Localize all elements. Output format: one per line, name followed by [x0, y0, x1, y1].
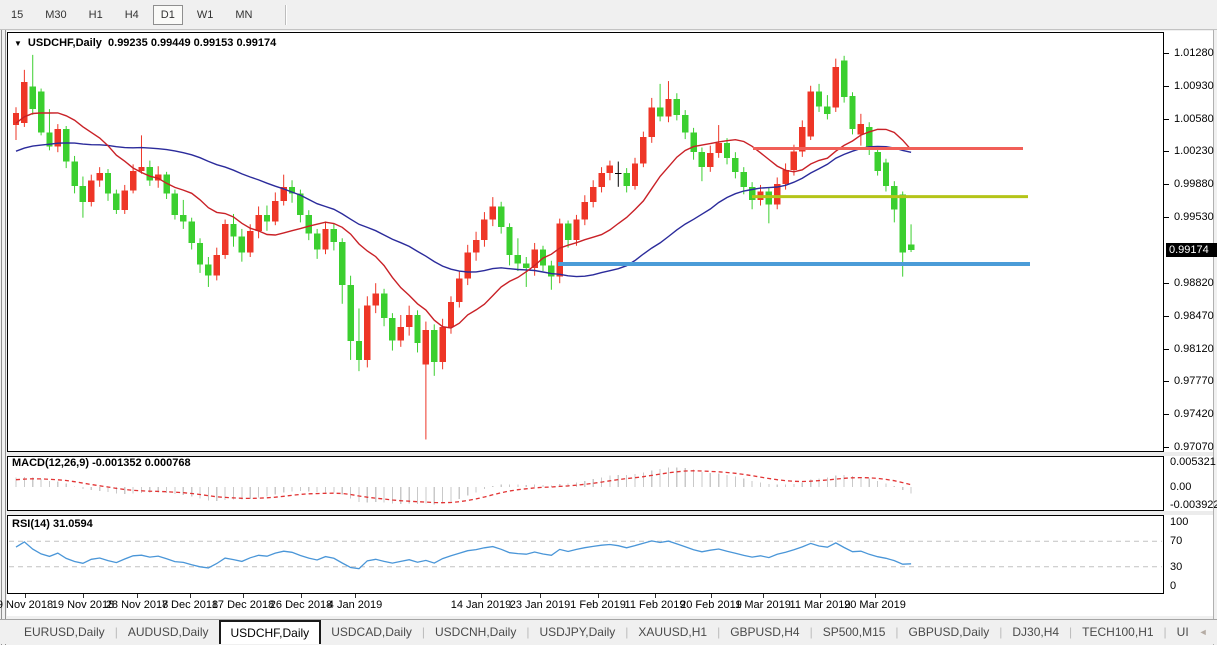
price-axis-tick [1164, 283, 1169, 284]
price-axis-tick [1164, 414, 1169, 415]
time-axis-tick [875, 594, 876, 598]
timeframe-button-d1[interactable]: D1 [153, 5, 183, 25]
price-axis-label: 1.01280 [1174, 47, 1214, 59]
trading-app-window: 15 M30 H1 H4 D1 W1MN ▼ USDCHF,Daily 0.99235 0.… [0, 0, 1217, 645]
timeframe-toolbar: 15 M30 H1 H4 D1 W1MN [0, 0, 1217, 30]
tab-usdcad-daily[interactable]: USDCAD,Daily [321, 620, 422, 644]
rsi-axis-label: 0 [1170, 580, 1176, 592]
tab-tech100-h1[interactable]: TECH100,H1 [1072, 620, 1163, 644]
price-axis-tick [1164, 151, 1169, 152]
time-axis-tick [763, 594, 764, 598]
time-axis-label: 28 Nov 2018 [106, 599, 168, 611]
timeframe-button-h1[interactable]: H1 [81, 5, 111, 25]
time-axis-label: 11 Mar 2019 [790, 599, 851, 611]
time-axis-label: 20 Feb 2019 [680, 599, 742, 611]
window-left-border-inner [5, 30, 6, 645]
price-axis-tick [1164, 217, 1169, 218]
tab-sp500-m15[interactable]: SP500,M15 [813, 620, 896, 644]
price-axis-label: 1.00230 [1174, 145, 1214, 157]
time-axis-tick [355, 594, 356, 598]
timeframe-button-w1[interactable]: W1 [189, 5, 222, 25]
tab-audusd-daily[interactable]: AUDUSD,Daily [118, 620, 219, 644]
tab-eurusd-daily[interactable]: EURUSD,Daily [14, 620, 115, 644]
price-axis-label: 0.97420 [1174, 408, 1214, 420]
price-axis-tick [1164, 316, 1169, 317]
price-axis-label: 0.98120 [1174, 343, 1214, 355]
time-axis-label: 4 Jan 2019 [328, 599, 382, 611]
tab-dj30-h4[interactable]: DJ30,H4 [1002, 620, 1069, 644]
current-price-tag: 0.99174 [1166, 243, 1217, 257]
chart-ohlc-values: 0.99235 0.99449 0.99153 0.99174 [108, 37, 276, 49]
time-axis-tick [540, 594, 541, 598]
tab-ui[interactable]: UI [1167, 620, 1199, 644]
macd-label: MACD(12,26,9) -0.001352 0.000768 [12, 457, 191, 469]
tab-usdcnh-daily[interactable]: USDCNH,Daily [425, 620, 526, 644]
time-axis-tick [598, 594, 599, 598]
timeframe-button-h4[interactable]: H4 [117, 5, 147, 25]
price-axis-label: 1.00580 [1174, 113, 1214, 125]
time-axis-tick [190, 594, 191, 598]
rsi-axis-label: 100 [1170, 516, 1188, 528]
chart-dropdown-icon[interactable]: ▼ [14, 39, 22, 48]
tab-scroll-arrows: ◄► [1199, 620, 1217, 644]
time-axis-tick [243, 594, 244, 598]
price-axis-tick [1164, 119, 1169, 120]
rsi-axis-label: 70 [1170, 535, 1182, 547]
toolbar-separator [285, 5, 287, 25]
time-axis-label: 11 Feb 2019 [625, 599, 686, 611]
timeframe-button-mn[interactable]: MN [227, 5, 260, 25]
chart-title[interactable]: ▼ USDCHF,Daily 0.99235 0.99449 0.99153 0.… [14, 37, 276, 49]
time-axis-tick [25, 594, 26, 598]
time-axis-label: 14 Jan 2019 [451, 599, 512, 611]
time-axis-tick [711, 594, 712, 598]
candlestick-chart[interactable] [7, 32, 1164, 452]
chart-symbol-label: USDCHF,Daily [28, 37, 102, 49]
tab-xauusd-h1[interactable]: XAUUSD,H1 [628, 620, 717, 644]
price-axis-label: 0.97770 [1174, 375, 1214, 387]
price-axis-tick [1164, 447, 1169, 448]
rsi-indicator-pane[interactable] [7, 515, 1164, 594]
price-axis-label: 1.00930 [1174, 80, 1214, 92]
price-axis-tick [1164, 184, 1169, 185]
price-axis-label: 0.99880 [1174, 178, 1214, 190]
timeframe-button-15[interactable]: 15 [3, 5, 31, 25]
tab-usdchf-daily[interactable]: USDCHF,Daily [219, 620, 322, 644]
time-axis-label: 9 Nov 2018 [0, 599, 53, 611]
time-axis-label: 17 Dec 2018 [212, 599, 274, 611]
tab-gbpusd-daily[interactable]: GBPUSD,Daily [899, 620, 1000, 644]
price-axis-label: 0.99530 [1174, 211, 1214, 223]
time-axis-label: 20 Mar 2019 [844, 599, 906, 611]
time-axis-label: 7 Dec 2018 [162, 599, 218, 611]
time-axis-label: 23 Jan 2019 [510, 599, 571, 611]
price-axis-tick [1164, 86, 1169, 87]
time-axis-tick [655, 594, 656, 598]
time-axis-label: 1 Feb 2019 [570, 599, 626, 611]
tab-scroll-left-icon[interactable]: ◄ [1199, 627, 1208, 637]
macd-axis-label: -0.003922 [1170, 499, 1217, 511]
price-axis-label: 0.97070 [1174, 441, 1214, 453]
rsi-axis-label: 30 [1170, 561, 1182, 573]
window-left-border [1, 30, 2, 645]
price-axis-tick [1164, 381, 1169, 382]
chart-tab-bar: EURUSD,Daily|AUDUSD,DailyUSDCHF,DailyUSD… [0, 619, 1217, 644]
price-axis-tick [1164, 53, 1169, 54]
macd-axis-label: 0.00 [1170, 481, 1191, 493]
price-axis-label: 0.98820 [1174, 277, 1214, 289]
time-axis-tick [301, 594, 302, 598]
time-axis-label: 1 Mar 2019 [735, 599, 791, 611]
rsi-label: RSI(14) 31.0594 [12, 518, 93, 530]
time-axis-tick [137, 594, 138, 598]
time-axis-tick [820, 594, 821, 598]
price-axis-label: 0.98470 [1174, 310, 1214, 322]
tab-gbpusd-h4[interactable]: GBPUSD,H4 [720, 620, 809, 644]
price-axis-tick [1164, 349, 1169, 350]
time-axis-label: 26 Dec 2018 [270, 599, 332, 611]
timeframe-button-m30[interactable]: M30 [37, 5, 74, 25]
macd-axis-label: 0.005321 [1170, 456, 1216, 468]
time-axis-tick [481, 594, 482, 598]
tab-usdjpy-daily[interactable]: USDJPY,Daily [529, 620, 625, 644]
time-axis-tick [83, 594, 84, 598]
